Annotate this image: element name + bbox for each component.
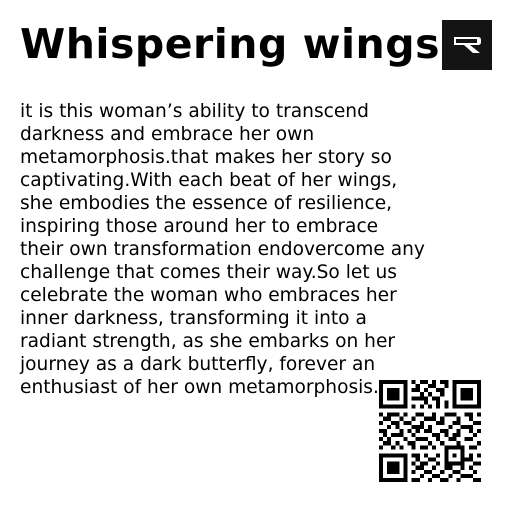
qr-code-icon — [379, 380, 481, 482]
story-line: their own transformation endovercome any — [20, 239, 425, 260]
story-line: inspiring those around her to embrace — [20, 216, 379, 237]
story-line: captivating.With each beat of her wings, — [20, 170, 398, 191]
story-paragraph: it is this woman’s ability to transcend … — [20, 100, 470, 399]
story-line: radiant strength, as she embarks on her — [20, 331, 396, 352]
story-line: inner darkness, transforming it into a — [20, 308, 367, 329]
story-line: it is this woman’s ability to transcend — [20, 101, 369, 122]
story-line: challenge that comes their way.So let us — [20, 262, 397, 283]
story-line: metamorphosis.that makes her story so — [20, 147, 392, 168]
story-line: journey as a dark butterfly, forever an — [20, 354, 376, 375]
page-title: Whispering wings — [20, 20, 440, 68]
brand-logo-icon — [442, 20, 492, 70]
story-line: celebrate the woman who embraces her — [20, 285, 397, 306]
story-line: she embodies the essence of resilience, — [20, 193, 393, 214]
story-line: darkness and embrace her own — [20, 124, 315, 145]
